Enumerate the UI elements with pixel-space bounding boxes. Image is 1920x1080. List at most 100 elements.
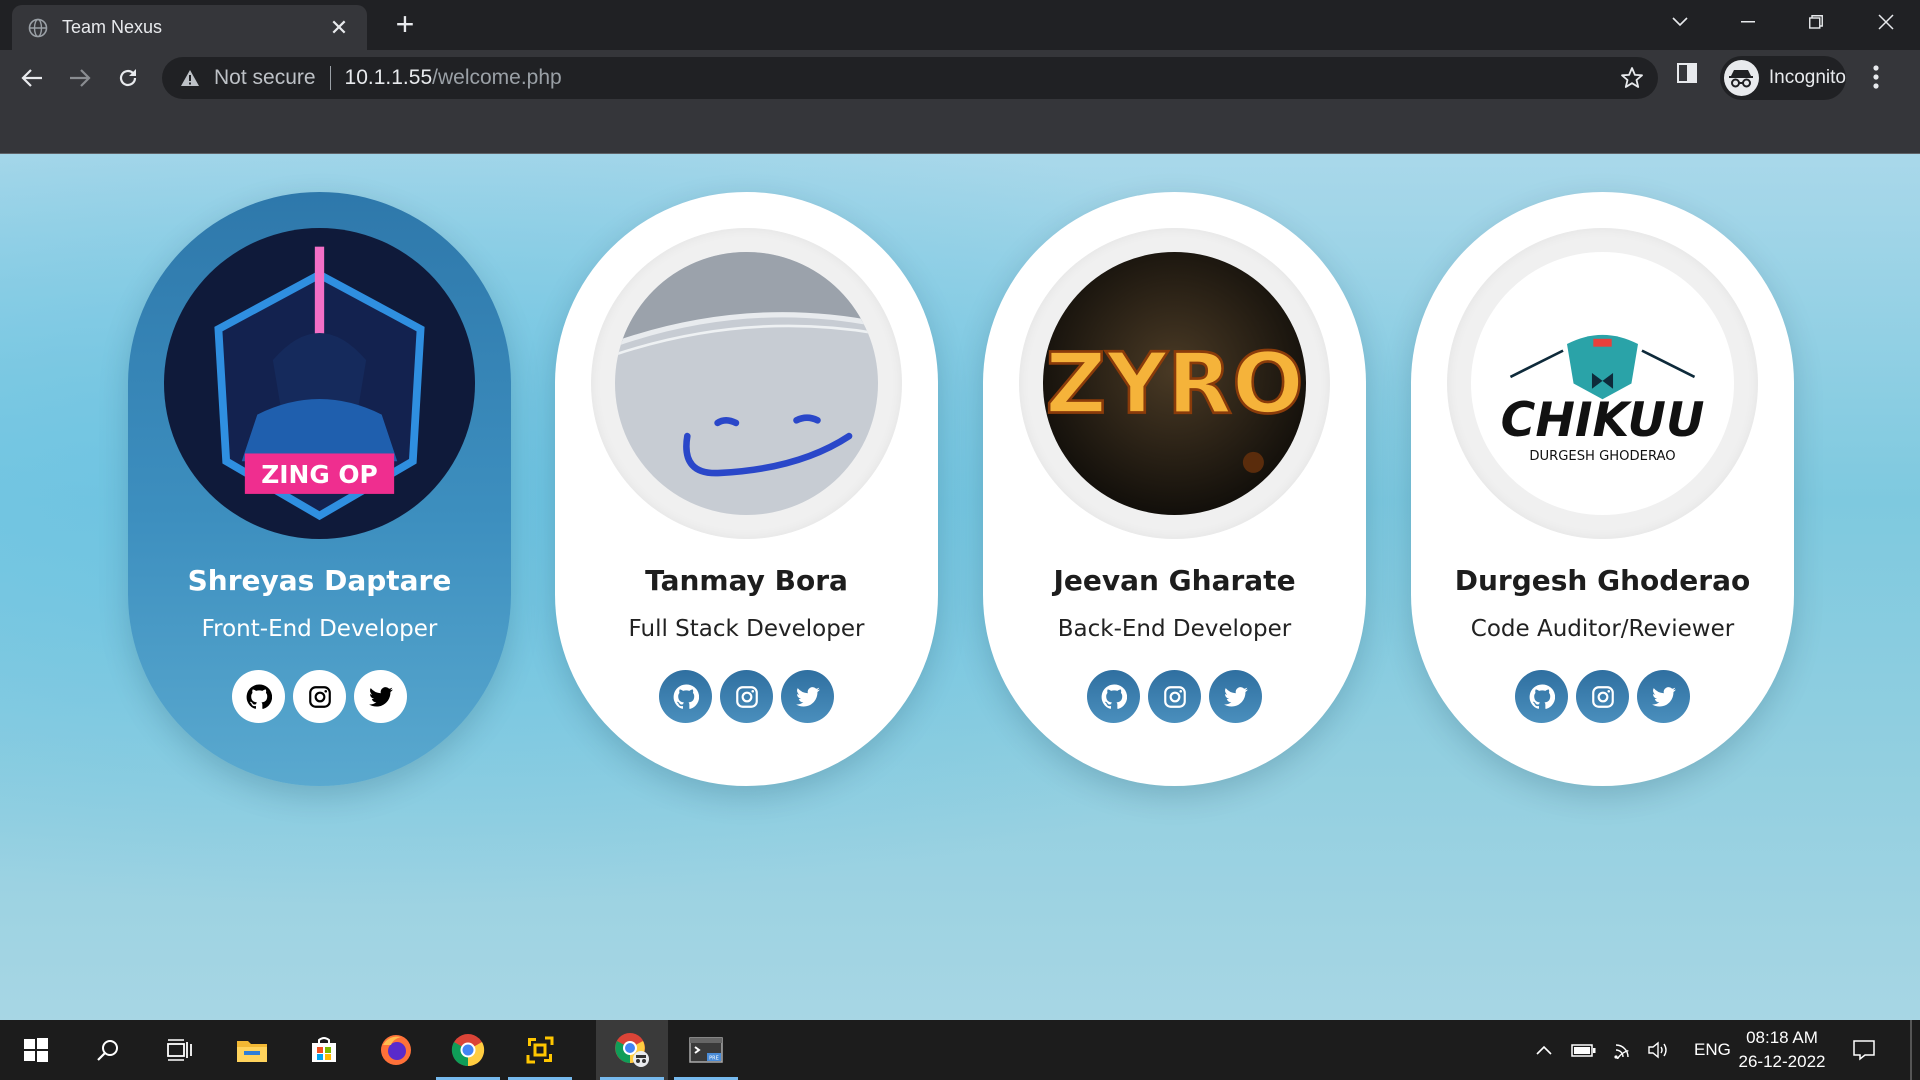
tab-strip: Team Nexus ✕ + [0,0,1920,50]
clock-time: 08:18 AM [1746,1028,1818,1047]
reload-icon[interactable] [112,62,144,94]
back-icon[interactable] [16,62,48,94]
zyro-logo-icon: ZYRO [1043,252,1306,515]
svg-text:DURGESH GHODERAO: DURGESH GHODERAO [1529,449,1675,464]
incognito-profile-button[interactable]: Incognito [1720,56,1846,100]
search-icon[interactable] [72,1020,144,1080]
virtualbox-icon[interactable] [504,1020,576,1080]
volume-icon[interactable] [1640,1041,1676,1059]
twitter-link[interactable] [781,670,834,723]
show-hidden-icons-icon[interactable] [1532,1045,1556,1055]
instagram-icon [308,685,331,708]
restore-icon[interactable] [1786,0,1846,44]
github-link[interactable] [659,670,712,723]
avatar: CHIKUU DURGESH GHODERAO [1471,252,1734,515]
svg-text:ZYRO: ZYRO [1045,334,1303,432]
incognito-icon [1724,60,1759,96]
instagram-icon [1163,685,1186,708]
bookmarks-bar [0,106,1920,154]
incognito-label: Incognito [1768,67,1846,88]
smiley-drawing-icon [615,252,878,515]
browser-tab[interactable]: Team Nexus ✕ [12,5,367,50]
address-divider [329,66,331,90]
chrome-incognito-icon[interactable] [596,1020,668,1080]
member-role: Front-End Developer [201,616,438,642]
github-link[interactable] [1087,670,1140,723]
file-explorer-icon[interactable] [216,1020,288,1080]
member-name: Shreyas Daptare [187,564,452,597]
instagram-link[interactable] [1148,670,1201,723]
member-name: Tanmay Bora [645,564,848,597]
member-role: Full Stack Developer [628,616,865,642]
task-view-icon[interactable] [144,1020,216,1080]
avatar [615,252,878,515]
side-panel-icon[interactable] [1676,62,1698,89]
browser-menu-icon[interactable] [1872,64,1880,95]
team-card[interactable]: ZING OP Shreyas Daptare Front-End Develo… [128,192,511,786]
instagram-link[interactable] [293,670,346,723]
twitter-icon [795,686,820,707]
twitter-link[interactable] [1209,670,1262,723]
bookmark-star-icon[interactable] [1620,66,1644,90]
browser-toolbar: Not secure 10.1.1.55/welcome.php Incogni… [0,50,1920,106]
social-links [983,670,1366,723]
team-card[interactable]: ZYRO Jeevan Gharate Back-End Developer [983,192,1366,786]
taskbar-clock[interactable]: 08:18 AM 26-12-2022 [1732,1026,1832,1074]
team-card[interactable]: CHIKUU DURGESH GHODERAO Durgesh Ghoderao… [1411,192,1794,786]
avatar-frame: ZYRO [1019,228,1330,539]
firefox-icon[interactable] [360,1020,432,1080]
system-tray: ENG [1532,1020,1731,1080]
twitter-link[interactable] [354,670,407,723]
wifi-icon[interactable] [1604,1041,1640,1059]
notification-center-icon[interactable] [1834,1020,1894,1080]
instagram-link[interactable] [1576,670,1629,723]
clock-date: 26-12-2022 [1738,1052,1826,1071]
zing-op-logo-icon: ZING OP [164,228,475,539]
battery-icon[interactable] [1564,1042,1604,1058]
member-role: Back-End Developer [1057,616,1292,642]
twitter-icon [1651,686,1676,707]
minimize-icon[interactable] [1718,0,1778,44]
social-links [555,670,938,723]
microsoft-store-icon[interactable] [288,1020,360,1080]
github-link[interactable] [1515,670,1568,723]
new-tab-button[interactable]: + [390,8,420,40]
close-tab-icon[interactable]: ✕ [327,15,351,40]
url-path: /welcome.php [432,66,562,89]
social-links [128,670,511,723]
twitter-icon [1223,686,1248,707]
twitter-link[interactable] [1637,670,1690,723]
github-icon [1529,684,1555,709]
tab-title: Team Nexus [62,17,163,37]
terminal-preview-icon[interactable]: PRE [670,1020,742,1080]
chrome-icon[interactable] [432,1020,504,1080]
github-icon [246,684,272,709]
avatar-frame: CHIKUU DURGESH GHODERAO [1447,228,1758,539]
avatar: ZYRO [1043,252,1306,515]
globe-icon [28,18,48,37]
chikuu-logo-icon: CHIKUU DURGESH GHODERAO [1471,252,1734,515]
windows-start-icon[interactable] [0,1020,72,1080]
show-desktop-button[interactable] [1910,1020,1912,1080]
instagram-icon [1591,685,1614,708]
svg-text:PRE: PRE [709,1056,719,1062]
warning-icon[interactable] [180,69,200,87]
instagram-link[interactable] [720,670,773,723]
instagram-icon [735,685,758,708]
member-name: Jeevan Gharate [1053,564,1296,597]
security-status[interactable]: Not secure [214,66,316,90]
url-host: 10.1.1.55 [344,66,433,89]
member-role: Code Auditor/Reviewer [1470,616,1735,642]
address-bar[interactable]: Not secure 10.1.1.55/welcome.php [162,57,1658,99]
svg-text:CHIKUU: CHIKUU [1501,393,1705,448]
team-page: ZING OP Shreyas Daptare Front-End Develo… [0,154,1920,1020]
social-links [1411,670,1794,723]
github-link[interactable] [232,670,285,723]
close-window-icon[interactable] [1856,0,1916,44]
input-language[interactable]: ENG [1694,1040,1731,1060]
avatar: ZING OP [164,228,475,539]
team-card[interactable]: Tanmay Bora Full Stack Developer [555,192,938,786]
tab-search-icon[interactable] [1650,0,1710,44]
forward-icon[interactable] [64,62,96,94]
avatar-frame: ZING OP [164,228,475,539]
